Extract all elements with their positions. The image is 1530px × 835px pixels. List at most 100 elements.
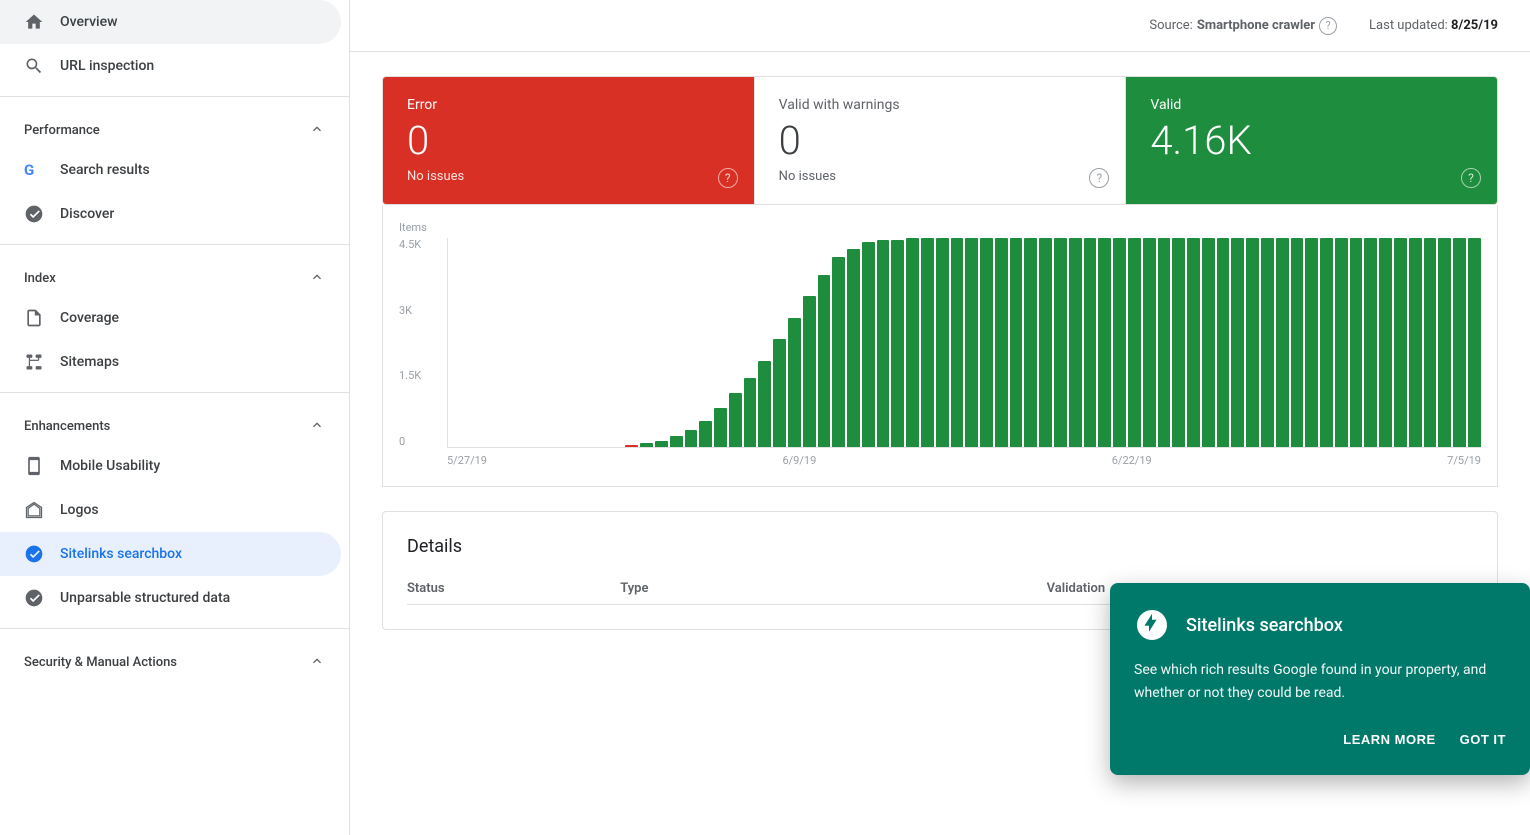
performance-chevron (309, 121, 325, 140)
index-chevron (309, 269, 325, 288)
chart-bar (995, 238, 1008, 447)
chart-bar (1350, 238, 1363, 447)
chart-bar (1010, 238, 1023, 447)
sidebar-item-coverage[interactable]: Coverage (0, 296, 341, 340)
performance-section-label: Performance (24, 123, 100, 138)
sidebar-item-logos[interactable]: Logos (0, 488, 341, 532)
sidebar-label-logos: Logos (60, 502, 99, 518)
chart-bar (729, 393, 742, 447)
last-updated: Last updated: 8/25/19 (1369, 18, 1498, 33)
x-label-0: 5/27/19 (447, 454, 487, 478)
source-value: Smartphone crawler (1197, 18, 1315, 33)
chart-bar (951, 238, 964, 447)
chart-bar (685, 430, 698, 447)
tooltip-icon (1134, 607, 1170, 643)
chart-bar (1424, 238, 1437, 447)
sidebar-label-mobile-usability: Mobile Usability (60, 458, 160, 474)
chart-bar (1276, 238, 1289, 447)
chart-container: Items 4.5K 3K 1.5K 0 5/27/19 6/9/19 6/22… (382, 205, 1498, 487)
sitelinks-icon (24, 544, 44, 564)
tooltip-title: Sitelinks searchbox (1186, 615, 1343, 636)
chart-bar (655, 441, 668, 447)
chart-bar (1468, 238, 1481, 447)
tooltip-popup: Sitelinks searchbox See which rich resul… (1110, 583, 1530, 775)
chart-bar (1187, 238, 1200, 447)
svg-text:G: G (24, 161, 34, 179)
card-warning-help[interactable]: ? (1089, 168, 1109, 188)
chart-bar (980, 238, 993, 447)
sidebar-item-search-results[interactable]: G Search results (0, 148, 341, 192)
chart-bar (1202, 238, 1215, 447)
chart-area: 4.5K 3K 1.5K 0 5/27/19 6/9/19 6/22/19 7/… (399, 238, 1481, 478)
chart-bar (847, 249, 860, 447)
x-label-1: 6/9/19 (782, 454, 816, 478)
coverage-icon (24, 308, 44, 328)
enhancements-section-header[interactable]: Enhancements (0, 401, 349, 444)
card-error-help[interactable]: ? (718, 168, 738, 188)
security-section-header[interactable]: Security & Manual Actions (0, 637, 349, 680)
sidebar-item-overview[interactable]: Overview (0, 0, 341, 44)
chart-bar (1305, 238, 1318, 447)
chart-items-label: Items (399, 221, 1481, 234)
col-header-status: Status (407, 581, 620, 596)
discover-icon (24, 204, 44, 224)
chart-bar (1453, 238, 1466, 447)
last-updated-value: 8/25/19 (1451, 18, 1498, 33)
index-section-label: Index (24, 271, 56, 286)
chart-bar (788, 318, 801, 447)
card-valid-help[interactable]: ? (1461, 168, 1481, 188)
search-icon (24, 56, 44, 76)
sidebar-label-url-inspection: URL inspection (60, 58, 154, 74)
chart-bar (1217, 238, 1230, 447)
sidebar-label-sitelinks-searchbox: Sitelinks searchbox (60, 546, 182, 562)
card-error-subtext: No issues (407, 169, 730, 184)
performance-section-header[interactable]: Performance (0, 105, 349, 148)
chart-bar (906, 238, 919, 447)
chart-bar (1039, 238, 1052, 447)
sidebar-item-url-inspection[interactable]: URL inspection (0, 44, 341, 88)
chart-bar (714, 408, 727, 447)
chart-bar (1438, 238, 1451, 447)
tooltip-actions: LEARN MORE GOT IT (1134, 728, 1506, 751)
y-label-0: 4.5K (399, 238, 439, 251)
chart-bar (862, 242, 875, 447)
chart-bar (1409, 238, 1422, 447)
card-warning-subtext: No issues (779, 169, 1102, 184)
learn-more-button[interactable]: LEARN MORE (1343, 728, 1435, 751)
chart-bar (1246, 238, 1259, 447)
chart-bar (1128, 238, 1141, 447)
sidebar-item-sitelinks-searchbox[interactable]: Sitelinks searchbox (0, 532, 341, 576)
google-icon: G (24, 160, 44, 180)
chart-bar (1054, 238, 1067, 447)
chart-bar (1069, 238, 1082, 447)
x-label-3: 7/5/19 (1447, 454, 1481, 478)
chart-bar (1261, 238, 1274, 447)
sidebar-item-discover[interactable]: Discover (0, 192, 341, 236)
chart-bar (773, 339, 786, 447)
index-section-header[interactable]: Index (0, 253, 349, 296)
mobile-icon (24, 456, 44, 476)
chart-bar (877, 240, 890, 447)
content-area: Error 0 No issues ? Valid with warnings … (350, 52, 1530, 835)
chart-bar (640, 443, 653, 447)
chart-bar (1291, 238, 1304, 447)
sidebar-item-sitemaps[interactable]: Sitemaps (0, 340, 341, 384)
divider-1 (0, 96, 349, 97)
chart-bar (699, 421, 712, 447)
chart-bar (936, 238, 949, 447)
sidebar-label-discover: Discover (60, 206, 114, 222)
source-help-icon[interactable]: ? (1319, 17, 1337, 35)
chart-bar (1024, 238, 1037, 447)
got-it-button[interactable]: GOT IT (1460, 728, 1506, 751)
home-icon (24, 12, 44, 32)
sidebar-item-mobile-usability[interactable]: Mobile Usability (0, 444, 341, 488)
sidebar-item-unparsable[interactable]: Unparsable structured data (0, 576, 341, 620)
chart-bar (921, 238, 934, 447)
unparsable-icon (24, 588, 44, 608)
security-chevron (309, 653, 325, 672)
chart-y-labels: 4.5K 3K 1.5K 0 (399, 238, 439, 448)
tooltip-body: See which rich results Google found in y… (1134, 659, 1506, 704)
sidebar: Overview URL inspection Performance G Se… (0, 0, 350, 835)
y-label-3: 0 (399, 435, 439, 448)
y-label-1: 3K (399, 304, 439, 317)
